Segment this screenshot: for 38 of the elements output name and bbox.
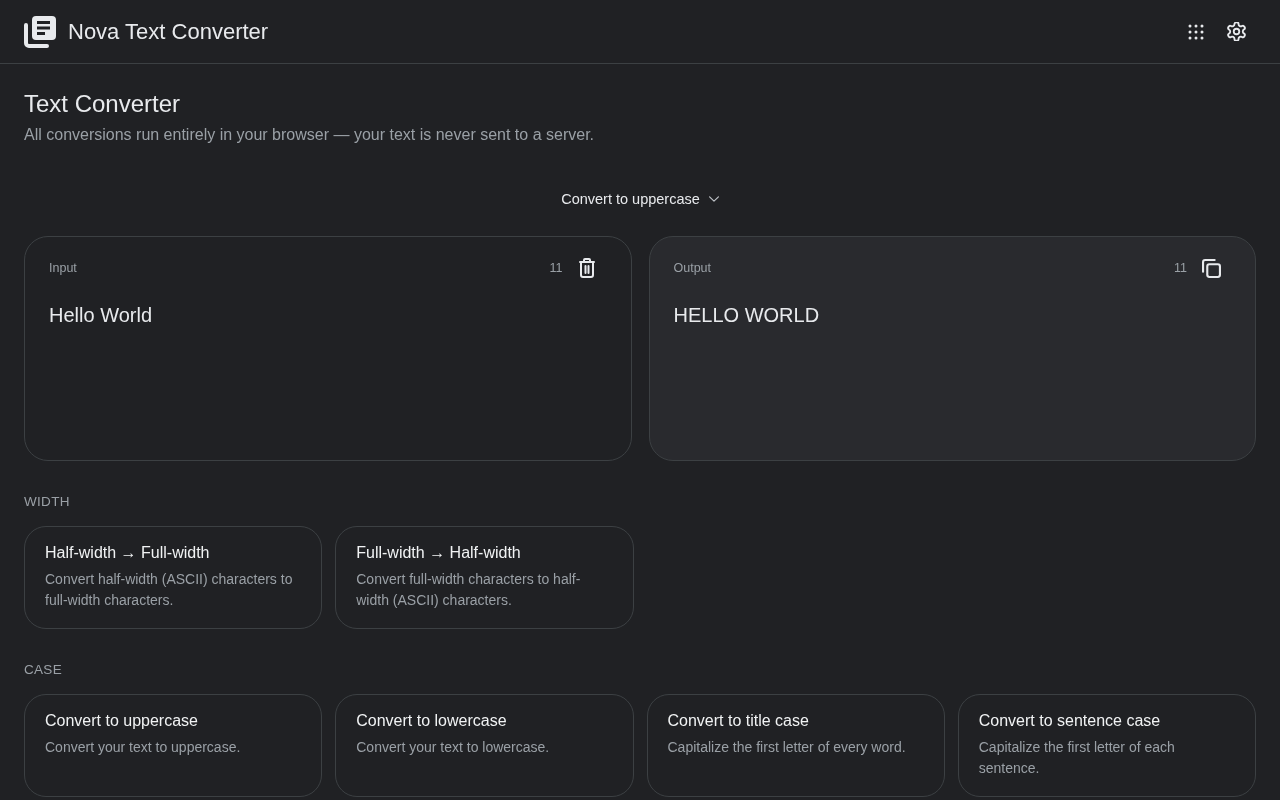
tool-card[interactable]: Convert to title case Capitalize the first letter of every word. [646,694,945,797]
input-field[interactable]: Hello World [49,303,607,440]
trash-icon [578,258,595,278]
tool-description: Capitalize the first letter of each sentence. [978,738,1176,778]
tool-card[interactable]: Convert to sentence case Capitalize the first letter of each sentence. [957,694,1256,797]
tool-title: Convert to uppercase [45,711,198,731]
settings-icon [1226,22,1246,41]
tool-title: Half-width → Full-width [45,543,210,563]
copy-icon [1201,258,1221,278]
page-title: Text Converter [24,90,181,118]
character-count: 11 [1174,261,1187,275]
section-heading: CASE [24,662,62,678]
output-field[interactable]: HELLO WORLD [673,303,1231,440]
panel-label: Input [49,261,78,275]
tool-card[interactable]: Convert to lowercase Convert your text to lowercase. [335,694,634,797]
logo-icon [24,15,56,48]
tool-card[interactable]: Full-width → Half-width Convert full-width characters to half-width (ASCII) characters. [335,526,634,629]
tool-description: Convert full-width characters to half-width (ASCII) characters. [356,570,582,610]
input-panel[interactable]: Input 11 Hello World [24,236,632,461]
tool-card[interactable]: Convert to uppercase Convert your text to uppercase. [24,694,323,797]
character-count: 11 [549,261,563,275]
tool-title: Full-width → Half-width [356,543,521,563]
section-heading: WIDTH [24,494,70,510]
apps-grid-icon [1188,23,1204,40]
tool-description: Convert your text to uppercase. [45,738,241,757]
tool-title: Convert to lowercase [356,711,507,731]
tool-card[interactable]: Half-width → Full-width Convert half-width (ASCII) characters to full-width characters. [24,526,323,629]
mode-dropdown[interactable]: Convert to uppercase [551,183,729,215]
tool-title: Convert to title case [667,711,809,731]
tool-title: Convert to sentence case [978,711,1161,731]
tool-description: Convert half-width (ASCII) characters to full-width characters. [45,570,294,610]
panel-label: Output [673,261,713,275]
tool-description: Convert your text to lowercase. [356,738,550,757]
output-panel[interactable]: Output 11 HELLO WORLD [648,236,1256,461]
chevron-down-icon [708,196,719,202]
app-title: Nova Text Converter [68,18,269,45]
tool-description: Capitalize the first letter of every word. [667,738,906,757]
page-subtitle: All conversions run entirely in your browser — your text is never sent to a server. [24,125,594,145]
